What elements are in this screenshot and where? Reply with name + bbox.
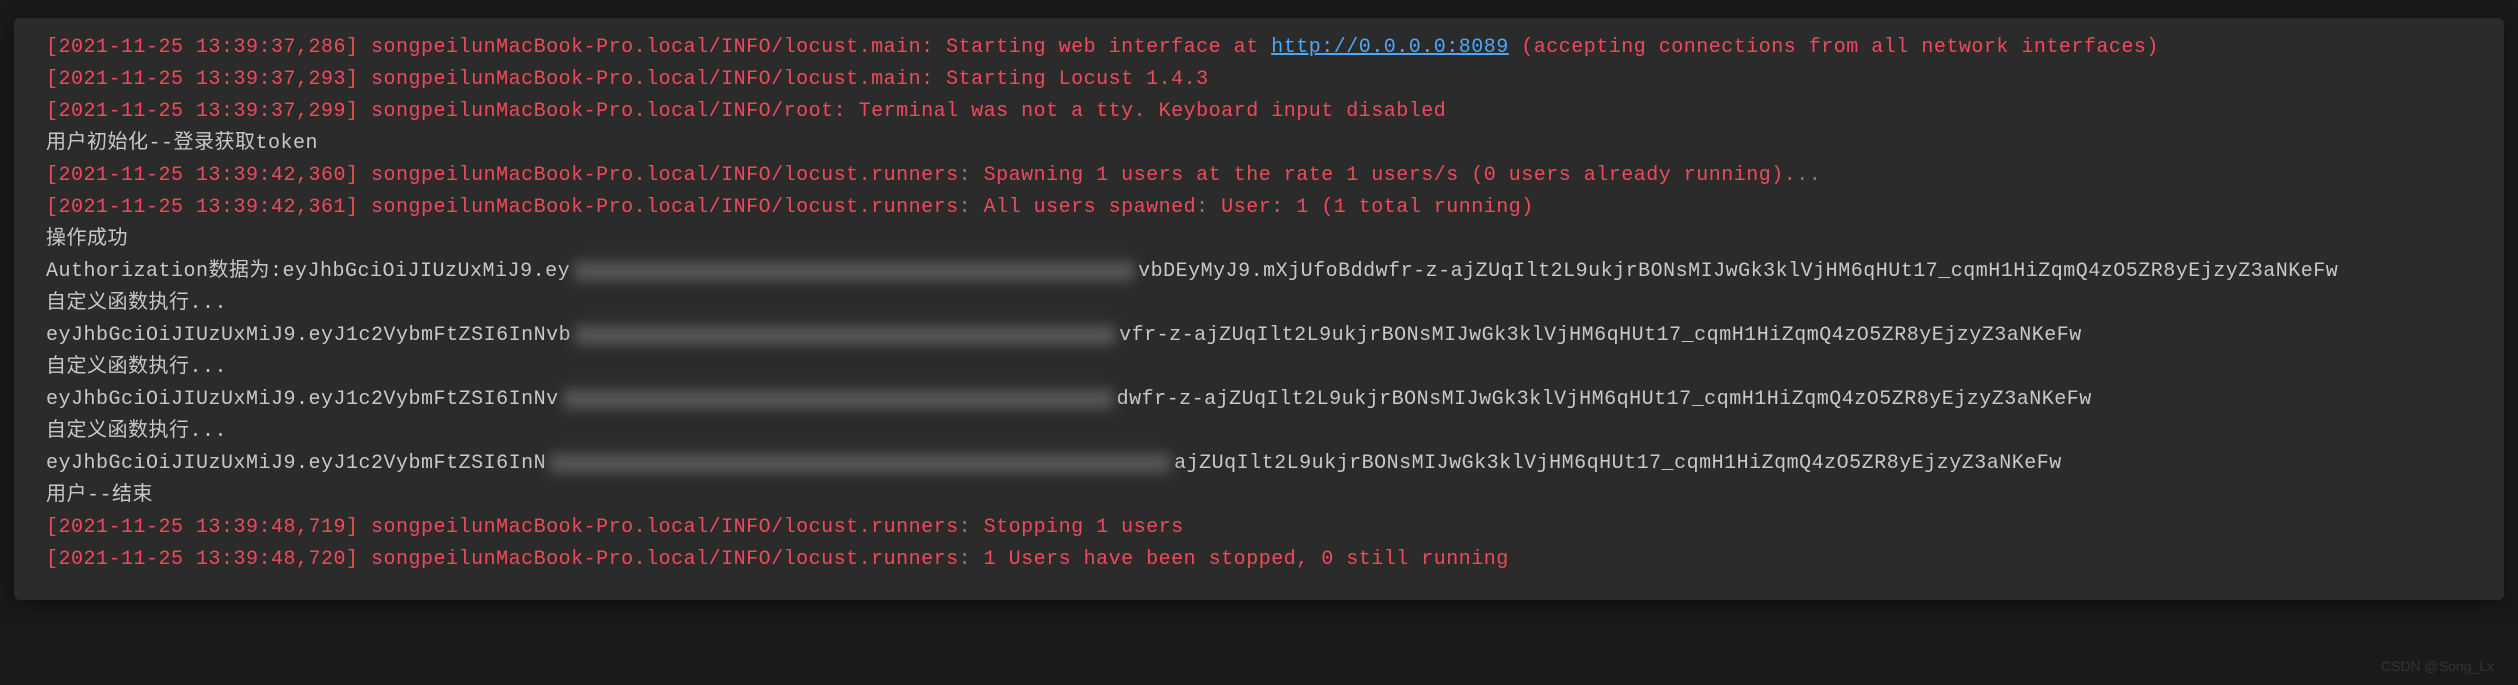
token-after: vbDEyMyJ9.mXjUfoBddwfr-z-ajZUqIlt2L9ukjr… <box>1138 260 2338 283</box>
terminal-line: [2021-11-25 13:39:37,299] songpeilunMacB… <box>46 96 2472 128</box>
terminal-line: eyJhbGciOiJIUzUxMiJ9.eyJ1c2VybmFtZSI6InN… <box>46 384 2472 416</box>
token-after: ajZUqIlt2L9ukjrBONsMIJwGk3klVjHM6qHUt17_… <box>1174 452 2062 475</box>
token-after: vfr-z-ajZUqIlt2L9ukjrBONsMIJwGk3klVjHM6q… <box>1119 324 2082 347</box>
terminal-line: eyJhbGciOiJIUzUxMiJ9.eyJ1c2VybmFtZSI6InN… <box>46 320 2472 352</box>
terminal-line: [2021-11-25 13:39:42,361] songpeilunMacB… <box>46 192 2472 224</box>
redacted-region: ████████████████████████████████████████… <box>574 261 1134 281</box>
terminal-line: [2021-11-25 13:39:48,719] songpeilunMacB… <box>46 512 2472 544</box>
terminal-line: 用户--结束 <box>46 480 2472 512</box>
terminal-line: 自定义函数执行... <box>46 416 2472 448</box>
terminal-line: Authorization数据为:eyJhbGciOiJIUzUxMiJ9.ey… <box>46 256 2472 288</box>
token-before: eyJhbGciOiJIUzUxMiJ9.eyJ1c2VybmFtZSI6InN <box>46 452 546 475</box>
redacted-region: ████████████████████████████████████████… <box>563 389 1113 409</box>
terminal-line: [2021-11-25 13:39:42,360] songpeilunMacB… <box>46 160 2472 192</box>
token-before: eyJhbGciOiJIUzUxMiJ9.eyJ1c2VybmFtZSI6InN… <box>46 388 559 411</box>
terminal-line: eyJhbGciOiJIUzUxMiJ9.eyJ1c2VybmFtZSI6InN… <box>46 448 2472 480</box>
log-text-before: [2021-11-25 13:39:37,286] songpeilunMacB… <box>46 36 1271 59</box>
terminal-line: [2021-11-25 13:39:37,286] songpeilunMacB… <box>46 32 2472 64</box>
web-interface-url-link[interactable]: http://0.0.0.0:8089 <box>1271 36 1509 59</box>
token-after: dwfr-z-ajZUqIlt2L9ukjrBONsMIJwGk3klVjHM6… <box>1117 388 2092 411</box>
token-before: eyJhbGciOiJIUzUxMiJ9.eyJ1c2VybmFtZSI6InN… <box>46 324 571 347</box>
token-before: Authorization数据为:eyJhbGciOiJIUzUxMiJ9.ey <box>46 260 570 283</box>
terminal-line: 自定义函数执行... <box>46 352 2472 384</box>
terminal-line: 操作成功 <box>46 224 2472 256</box>
log-text-after: (accepting connections from all network … <box>1509 36 2159 59</box>
watermark-text: CSDN @Song_Lx <box>2381 655 2494 677</box>
terminal-output: [2021-11-25 13:39:37,286] songpeilunMacB… <box>14 18 2504 600</box>
terminal-line: [2021-11-25 13:39:48,720] songpeilunMacB… <box>46 544 2472 576</box>
terminal-line: [2021-11-25 13:39:37,293] songpeilunMacB… <box>46 64 2472 96</box>
terminal-line: 用户初始化--登录获取token <box>46 128 2472 160</box>
terminal-line: 自定义函数执行... <box>46 288 2472 320</box>
redacted-region: ████████████████████████████████████████… <box>575 325 1115 345</box>
redacted-region: ████████████████████████████████████████… <box>550 453 1170 473</box>
